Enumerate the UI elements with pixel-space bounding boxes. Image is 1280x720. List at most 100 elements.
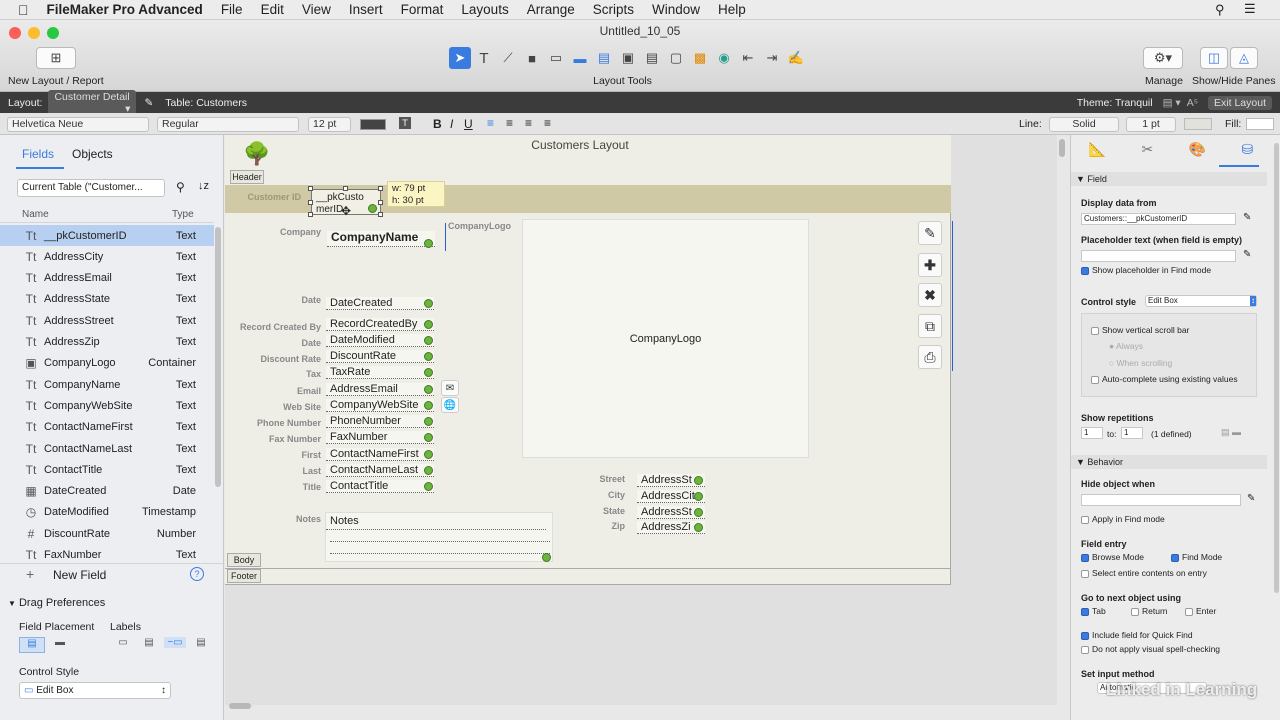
insert-picture-tool-icon[interactable]: ⇤ <box>737 47 759 69</box>
field-list-item[interactable]: Tt __pkCustomerID Text <box>0 225 214 246</box>
menu-layouts[interactable]: Layouts <box>452 2 517 17</box>
company-logo-label[interactable]: CompanyLogo <box>448 221 511 231</box>
date-created-field[interactable]: DateCreated <box>326 297 434 310</box>
selection-handle[interactable] <box>308 186 313 191</box>
tab-control-tool-icon[interactable]: ▢ <box>665 47 687 69</box>
selection-handle[interactable] <box>308 212 313 217</box>
tab-fields[interactable]: Fields <box>22 147 54 161</box>
left-pane-toggle[interactable]: ◫ <box>1200 47 1228 69</box>
placement-horizontal-button[interactable]: ▬ <box>47 637 73 653</box>
field-list-item[interactable]: Tt AddressStreet Text <box>0 310 214 331</box>
selection-handle[interactable] <box>343 186 348 191</box>
tab-objects[interactable]: Objects <box>72 147 113 161</box>
record-created-by-field[interactable]: RecordCreatedBy <box>326 318 434 331</box>
layout-title[interactable]: Customers Layout <box>225 138 935 152</box>
list-scrollbar[interactable] <box>215 227 221 487</box>
company-logo-container[interactable]: CompanyLogo <box>522 219 809 458</box>
email-label[interactable]: Email <box>225 386 321 396</box>
pencil-icon[interactable]: ✎ <box>1247 493 1255 504</box>
company-name-field[interactable]: CompanyName <box>327 231 435 247</box>
show-placeholder-checkbox[interactable]: Show placeholder in Find mode <box>1081 265 1211 275</box>
find-mode-checkbox[interactable]: Find Mode <box>1171 552 1222 562</box>
zip-label[interactable]: Zip <box>529 521 626 531</box>
highlight-icon[interactable]: T <box>399 117 411 129</box>
field-list-item[interactable]: Tt AddressCity Text <box>0 246 214 267</box>
field-list-item[interactable]: ◷ DateModified Timestamp <box>0 502 214 523</box>
when-scrolling-radio[interactable]: ○ When scrolling <box>1109 358 1172 368</box>
data-tab-icon[interactable]: ⛁ <box>1242 141 1254 163</box>
selection-handle[interactable] <box>378 186 383 191</box>
menu-app-name[interactable]: FileMaker Pro Advanced <box>38 2 212 17</box>
menu-view[interactable]: View <box>293 2 340 17</box>
last-label[interactable]: Last <box>225 466 321 476</box>
web-button[interactable]: 🌐 <box>441 397 459 413</box>
fax-field[interactable]: FaxNumber <box>326 431 434 444</box>
label-none-icon[interactable]: ▭ <box>112 637 134 648</box>
email-button[interactable]: ✉ <box>441 380 459 396</box>
apply-find-checkbox[interactable]: Apply in Find mode <box>1081 514 1165 524</box>
last-field[interactable]: ContactNameLast <box>326 464 434 477</box>
first-label[interactable]: First <box>225 450 321 460</box>
menu-help[interactable]: Help <box>709 2 755 17</box>
canvas-scrollbar-h[interactable] <box>229 703 251 709</box>
portal-tool-icon[interactable]: ▤ <box>641 47 663 69</box>
show-scroll-checkbox[interactable]: Show vertical scroll bar <box>1091 325 1189 335</box>
popover-tool-icon[interactable]: ▣ <box>617 47 639 69</box>
field-list-item[interactable]: # DiscountRate Number <box>0 523 214 544</box>
text-color-swatch[interactable] <box>360 119 386 130</box>
record-created-by-label[interactable]: Record Created By <box>225 322 321 332</box>
discount-rate-field[interactable]: DiscountRate <box>326 350 434 363</box>
button-bar-tool-icon[interactable]: ▤ <box>593 47 615 69</box>
field-list-item[interactable]: ▣ CompanyLogo Container <box>0 353 214 374</box>
menu-list-icon[interactable]: ☰ <box>1244 1 1256 17</box>
title-field[interactable]: ContactTitle <box>326 480 434 493</box>
help-icon[interactable]: ? <box>190 567 204 581</box>
line-tool-icon[interactable]: ⟋ <box>497 47 519 69</box>
select-entire-checkbox[interactable]: Select entire contents on entry <box>1081 568 1207 578</box>
phone-label[interactable]: Phone Number <box>225 418 321 428</box>
align-center-icon[interactable]: ≡ <box>506 116 513 130</box>
tax-label[interactable]: Tax <box>225 369 321 379</box>
menu-file[interactable]: File <box>212 2 252 17</box>
underline-button[interactable]: U <box>464 117 473 131</box>
address-email-field[interactable]: AddressEmail <box>326 383 434 396</box>
appearance-tab-icon[interactable]: 🎨 <box>1189 141 1206 163</box>
theme-change-icon[interactable]: ▤ ▾ <box>1163 97 1181 109</box>
bold-button[interactable]: B <box>433 117 442 131</box>
date-modified-label[interactable]: Date <box>225 338 321 348</box>
col-type-header[interactable]: Type <box>172 209 194 220</box>
line-style-select[interactable]: Solid <box>1049 117 1119 132</box>
field-list-item[interactable]: Tt CompanyWebSite Text <box>0 395 214 416</box>
styles-tab-icon[interactable]: ✂ <box>1142 141 1154 163</box>
enter-checkbox[interactable]: Enter <box>1185 606 1216 616</box>
rep-from-field[interactable]: 1 <box>1081 427 1103 439</box>
tab-checkbox[interactable]: Tab <box>1081 606 1106 616</box>
tax-rate-field[interactable]: TaxRate <box>326 366 434 379</box>
notes-field[interactable]: Notes <box>325 512 553 562</box>
align-left-icon[interactable]: ≡ <box>487 116 494 130</box>
rep-to-field[interactable]: 1 <box>1121 427 1143 439</box>
canvas-scrollbar-v[interactable] <box>1059 139 1065 157</box>
right-pane-toggle[interactable]: ◬ <box>1230 47 1258 69</box>
menu-format[interactable]: Format <box>392 2 453 17</box>
web-site-label[interactable]: Web Site <box>225 402 321 412</box>
quick-find-checkbox[interactable]: Include field for Quick Find <box>1081 630 1193 640</box>
format-painter-icon[interactable]: ✍ <box>785 47 807 69</box>
manage-button[interactable]: ⚙▾ <box>1143 47 1183 69</box>
drag-prefs-header[interactable]: ▼ Drag Preferences <box>8 597 105 609</box>
field-list-item[interactable]: Tt ContactNameLast Text <box>0 438 214 459</box>
menu-insert[interactable]: Insert <box>340 2 392 17</box>
fill-color-swatch[interactable] <box>1246 118 1274 130</box>
spell-checkbox[interactable]: Do not apply visual spell-checking <box>1081 644 1220 654</box>
first-field[interactable]: ContactNameFirst <box>326 448 434 461</box>
behavior-section-header[interactable]: ▼ Behavior <box>1071 455 1267 469</box>
edit-layout-name-icon[interactable]: ✎ <box>144 97 153 109</box>
font-size-icon[interactable]: A⁵ <box>1187 97 1198 109</box>
menu-edit[interactable]: Edit <box>252 2 293 17</box>
company-web-field[interactable]: CompanyWebSite <box>326 399 434 412</box>
label-top-icon[interactable]: ▤ <box>138 637 160 648</box>
field-list-item[interactable]: Tt AddressEmail Text <box>0 268 214 289</box>
company-label[interactable]: Company <box>225 227 321 237</box>
notes-label[interactable]: Notes <box>225 514 321 524</box>
rectangle-tool-icon[interactable]: ■ <box>521 47 543 69</box>
